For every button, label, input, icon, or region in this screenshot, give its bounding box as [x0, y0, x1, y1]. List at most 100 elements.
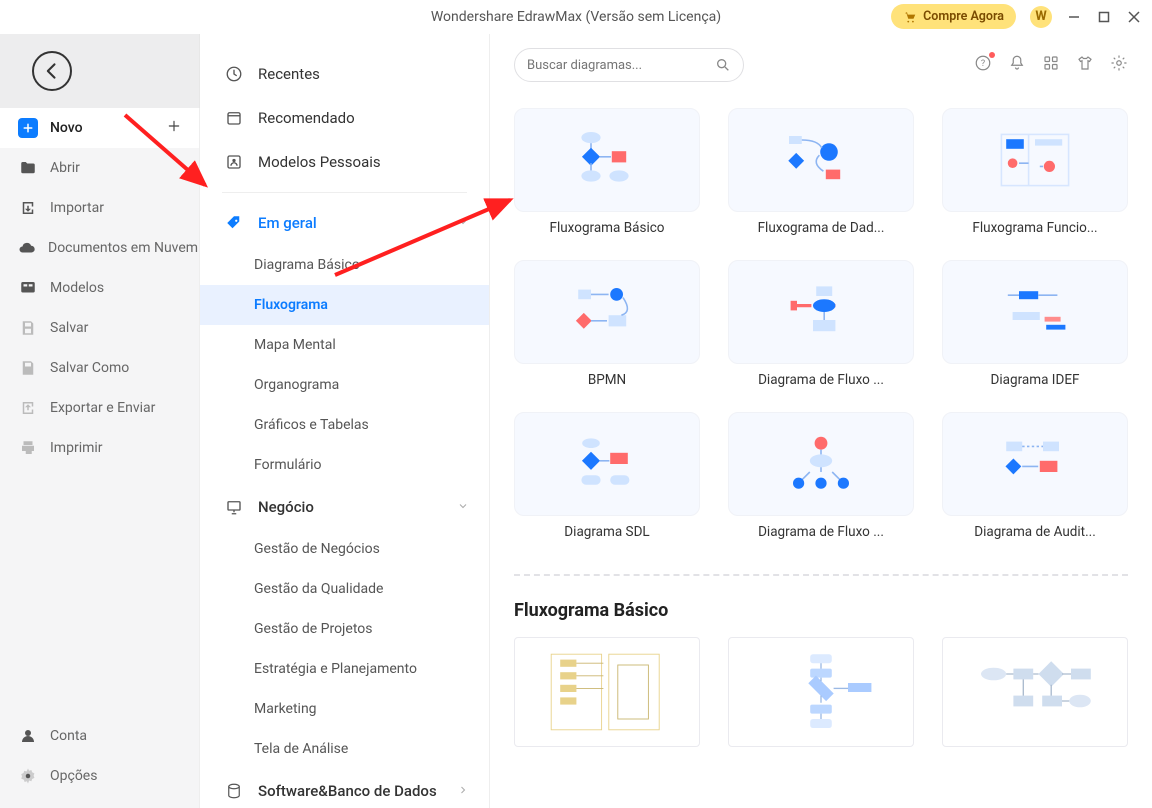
example-card[interactable] — [514, 637, 700, 747]
clock-icon — [224, 64, 244, 84]
cat-sub-diagrama-basico[interactable]: Diagrama Básico — [200, 245, 489, 285]
sidebar-item-label: Documentos em Nuvem — [48, 240, 198, 256]
database-icon — [224, 781, 244, 801]
dashed-divider — [514, 574, 1128, 576]
template-thumb — [728, 260, 914, 364]
sidebar-item-label: Importar — [50, 200, 104, 216]
template-card[interactable]: Fluxograma Funcio... — [942, 108, 1128, 236]
bell-button[interactable] — [1008, 54, 1026, 76]
back-button[interactable] — [32, 51, 72, 91]
help-button[interactable]: ? — [974, 54, 992, 76]
cat-sub-gestao-qualidade[interactable]: Gestão da Qualidade — [200, 569, 489, 609]
template-card[interactable]: Diagrama de Fluxo ... — [728, 260, 914, 388]
cat-sub-label: Formulário — [254, 457, 321, 473]
cat-recentes[interactable]: Recentes — [200, 52, 489, 96]
example-card[interactable] — [728, 637, 914, 747]
cat-group-negocio[interactable]: Negócio — [200, 485, 489, 529]
shirt-button[interactable] — [1076, 54, 1094, 76]
plus-square-icon — [18, 118, 38, 138]
cat-group-label: Software&Banco de Dados — [258, 782, 437, 800]
sidebar-item-export[interactable]: Exportar e Enviar — [0, 388, 199, 428]
close-button[interactable] — [1126, 9, 1142, 25]
template-label: BPMN — [514, 372, 700, 388]
cat-group-em-geral[interactable]: Em geral — [200, 201, 489, 245]
cat-sub-mapa-mental[interactable]: Mapa Mental — [200, 325, 489, 365]
settings-button[interactable] — [1110, 54, 1128, 76]
template-label: Diagrama de Fluxo ... — [728, 372, 914, 388]
cloud-icon — [18, 238, 36, 258]
template-card[interactable]: Fluxograma de Dad... — [728, 108, 914, 236]
sidebar-item-import[interactable]: Importar — [0, 188, 199, 228]
buy-now-label: Compre Agora — [923, 9, 1004, 24]
divider — [222, 192, 467, 193]
svg-text:?: ? — [981, 59, 985, 69]
cat-sub-tela-analise[interactable]: Tela de Análise — [200, 729, 489, 769]
sidebar-item-label: Novo — [50, 120, 83, 136]
save-as-icon — [18, 358, 38, 378]
cart-icon — [903, 10, 917, 24]
plus-icon[interactable] — [167, 119, 181, 137]
search-input[interactable] — [527, 58, 707, 73]
search-input-wrap[interactable] — [514, 48, 744, 82]
example-card[interactable] — [942, 637, 1128, 747]
buy-now-button[interactable]: Compre Agora — [891, 4, 1016, 29]
export-icon — [18, 398, 38, 418]
template-card[interactable]: Diagrama SDL — [514, 412, 700, 540]
cat-sub-estrategia[interactable]: Estratégia e Planejamento — [200, 649, 489, 689]
cat-sub-label: Estratégia e Planejamento — [254, 661, 417, 677]
titlebar: Wondershare EdrawMax (Versão sem Licença… — [0, 0, 1152, 34]
template-card[interactable]: Diagrama de Fluxo ... — [728, 412, 914, 540]
cat-sub-label: Gráficos e Tabelas — [254, 417, 369, 433]
presentation-icon — [224, 497, 244, 517]
cat-modelos-pessoais[interactable]: Modelos Pessoais — [200, 140, 489, 184]
w-badge[interactable]: W — [1030, 6, 1052, 28]
template-thumb — [514, 108, 700, 212]
sidebar-item-options[interactable]: Opções — [0, 756, 199, 796]
sidebar-item-open[interactable]: Abrir — [0, 148, 199, 188]
cat-sub-organograma[interactable]: Organograma — [200, 365, 489, 405]
cat-sub-formulario[interactable]: Formulário — [200, 445, 489, 485]
sidebar-item-account[interactable]: Conta — [0, 716, 199, 756]
sidebar-item-save[interactable]: Salvar — [0, 308, 199, 348]
cat-group-software-db[interactable]: Software&Banco de Dados — [200, 769, 489, 808]
template-label: Fluxograma de Dad... — [728, 220, 914, 236]
template-grid: Fluxograma Básico Fluxograma de Dad... F… — [514, 108, 1128, 540]
template-thumb — [728, 412, 914, 516]
cat-sub-gestao-negocios[interactable]: Gestão de Negócios — [200, 529, 489, 569]
templates-icon — [18, 278, 38, 298]
cat-sub-graficos-tabelas[interactable]: Gráficos e Tabelas — [200, 405, 489, 445]
template-thumb — [514, 260, 700, 364]
tag-icon — [224, 213, 244, 233]
template-card[interactable]: Diagrama de Audit... — [942, 412, 1128, 540]
example-grid — [514, 637, 1128, 747]
sidebar-item-label: Opções — [50, 768, 97, 784]
maximize-button[interactable] — [1096, 9, 1112, 25]
template-card[interactable]: Diagrama IDEF — [942, 260, 1128, 388]
cat-recomendado[interactable]: Recomendado — [200, 96, 489, 140]
template-label: Diagrama IDEF — [942, 372, 1128, 388]
sidebar-item-templates[interactable]: Modelos — [0, 268, 199, 308]
cat-sub-fluxograma[interactable]: Fluxograma — [200, 285, 489, 325]
section-title: Fluxograma Básico — [514, 600, 1128, 621]
template-card[interactable]: BPMN — [514, 260, 700, 388]
cat-label: Recentes — [258, 65, 320, 83]
template-thumb — [514, 412, 700, 516]
sidebar-item-print[interactable]: Imprimir — [0, 428, 199, 468]
template-thumb — [942, 412, 1128, 516]
sidebar-item-label: Modelos — [50, 280, 104, 296]
sidebar-item-cloud-docs[interactable]: Documentos em Nuvem — [0, 228, 199, 268]
sidebar: Novo Abrir Importar Documentos em Nuvem … — [0, 34, 200, 808]
apps-button[interactable] — [1042, 54, 1060, 76]
template-label: Diagrama de Audit... — [942, 524, 1128, 540]
print-icon — [18, 438, 38, 458]
cat-sub-label: Tela de Análise — [254, 741, 348, 757]
minimize-button[interactable] — [1066, 9, 1082, 25]
cat-group-label: Em geral — [258, 214, 317, 232]
sidebar-item-new[interactable]: Novo — [0, 108, 199, 148]
cat-sub-gestao-projetos[interactable]: Gestão de Projetos — [200, 609, 489, 649]
template-label: Fluxograma Funcio... — [942, 220, 1128, 236]
sidebar-item-label: Salvar — [50, 320, 88, 336]
template-card[interactable]: Fluxograma Básico — [514, 108, 700, 236]
cat-sub-marketing[interactable]: Marketing — [200, 689, 489, 729]
sidebar-item-save-as[interactable]: Salvar Como — [0, 348, 199, 388]
